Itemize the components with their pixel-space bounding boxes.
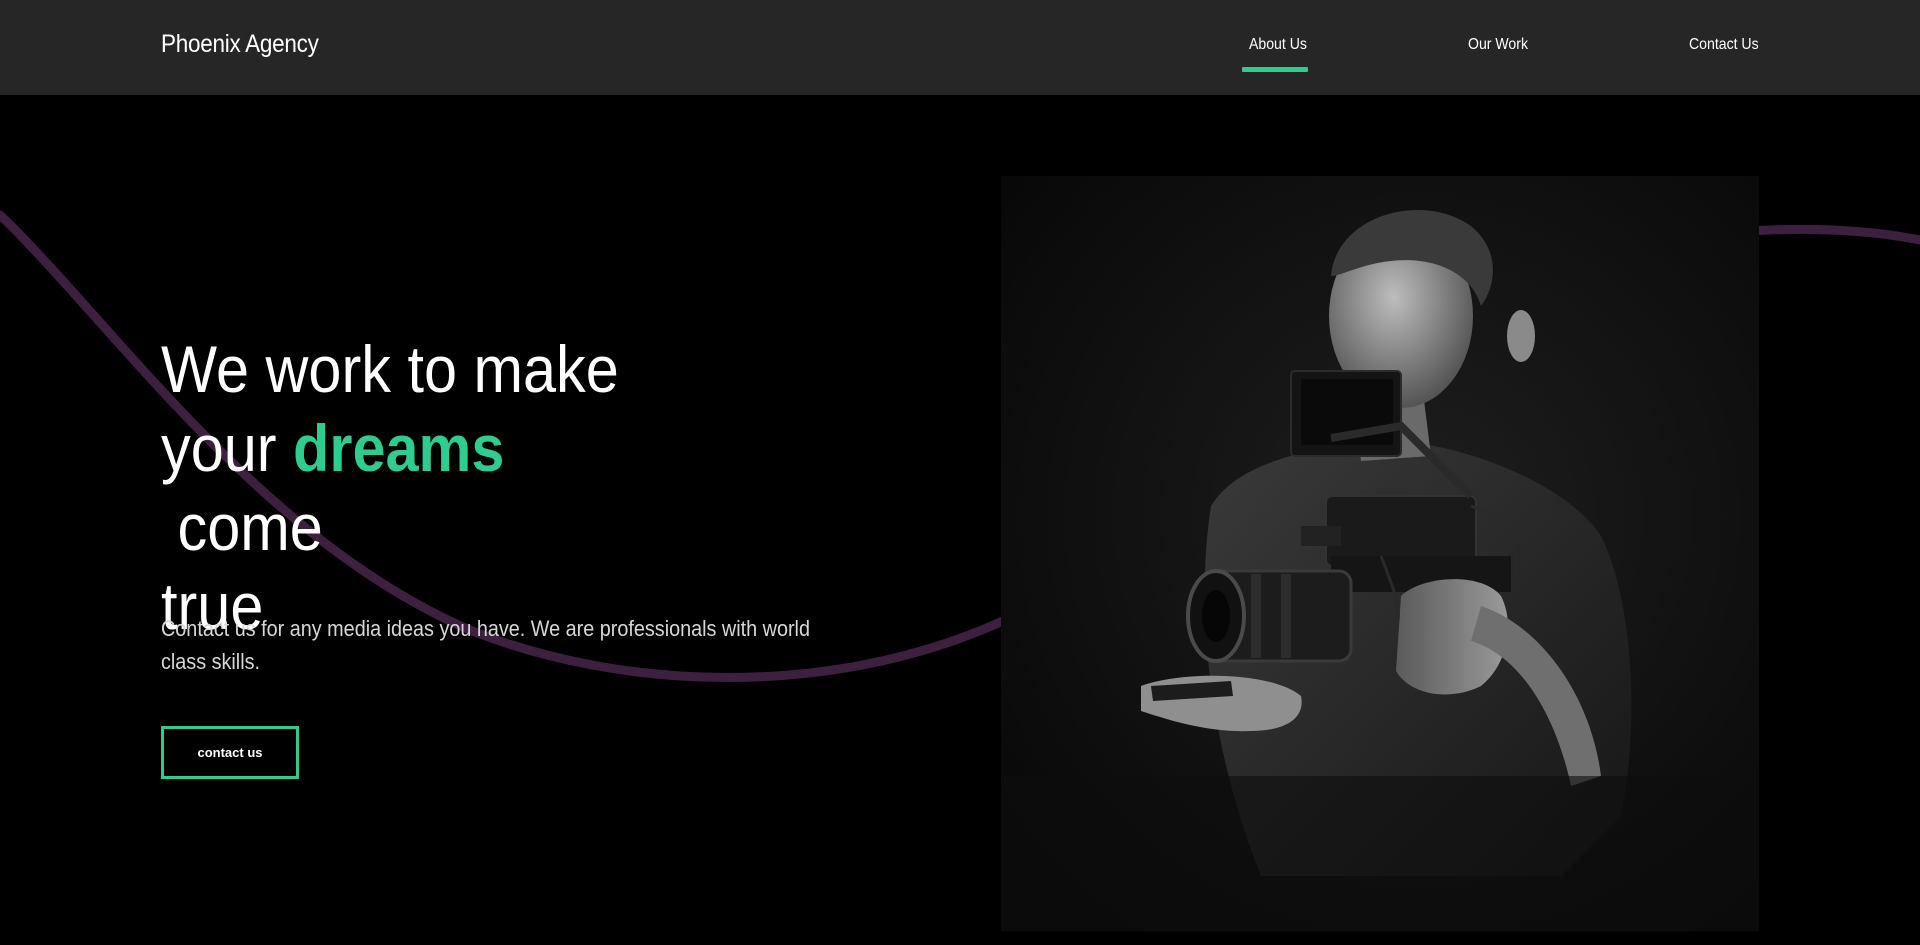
contact-us-button[interactable]: contact us (161, 726, 299, 779)
headline-line1: We work to make (161, 332, 619, 406)
headline-accent: dreams (293, 411, 505, 485)
page: Phoenix Agency About Us Our Work Contact… (0, 0, 1920, 945)
site-header: Phoenix Agency About Us Our Work Contact… (0, 0, 1920, 95)
nav-active-indicator (1242, 67, 1308, 72)
nav-about-us[interactable]: About Us (1249, 36, 1307, 54)
nav-our-work[interactable]: Our Work (1468, 36, 1528, 54)
videographer-photo (1001, 176, 1759, 931)
hero-photo (1001, 176, 1759, 931)
site-logo[interactable]: Phoenix Agency (161, 30, 319, 59)
hero-headline: We work to make your dreams come true (161, 330, 665, 646)
headline-line2-pre: your (161, 411, 294, 485)
headline-line2-post: come (161, 490, 323, 564)
nav-contact-us[interactable]: Contact Us (1689, 36, 1759, 54)
hero-subtext: Contact us for any media ideas you have.… (161, 616, 810, 674)
